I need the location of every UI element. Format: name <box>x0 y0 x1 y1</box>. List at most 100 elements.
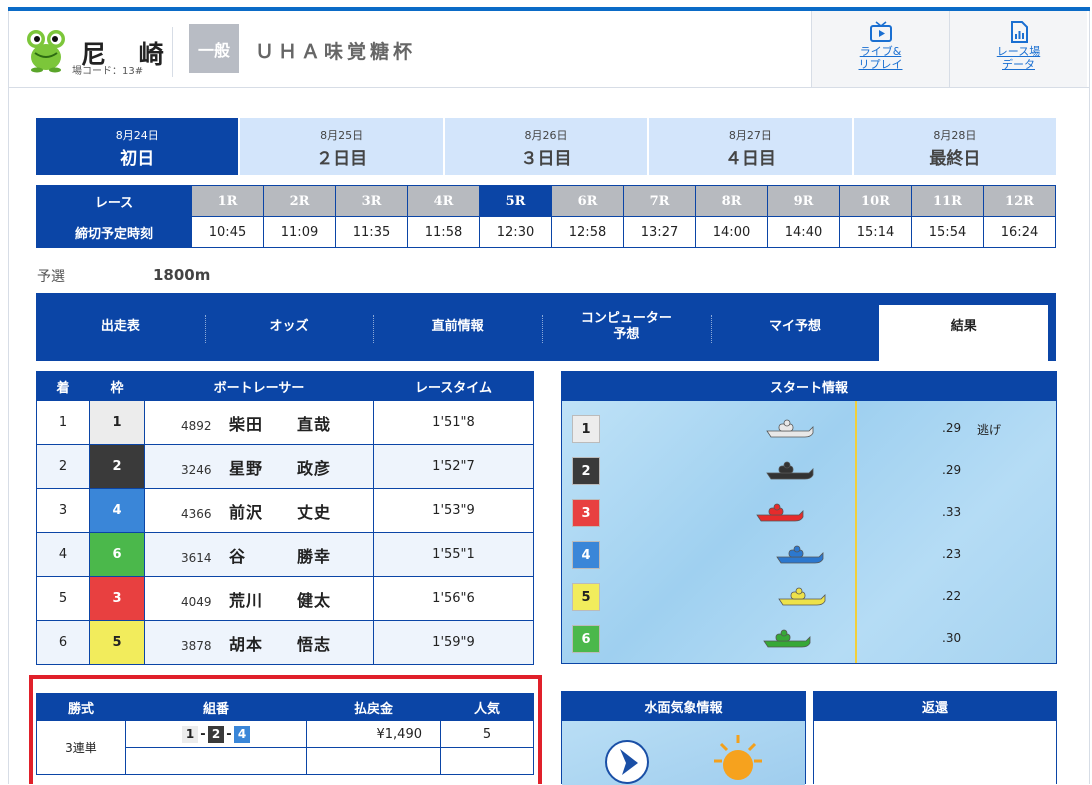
highlight-frame <box>29 675 542 784</box>
racer-cell: 3246 星野 政彦 <box>144 444 374 489</box>
content-tabs: 出走表 オッズ 直前情報 コンピューター 予想 マイ予想 結果 <box>36 293 1056 361</box>
day-date: 8月28日 <box>933 129 977 142</box>
racer-cell: 4366 前沢 丈史 <box>144 488 374 533</box>
header-race-time: レースタイム <box>373 371 534 401</box>
header-racer: ボートレーサー <box>144 371 374 401</box>
water-course: 1.29 逃げ 2.29 3.33 4.23 5.22 6.30 <box>562 401 1056 663</box>
table-row: 5 3 4049 荒川 健太 1'56"6 <box>36 576 534 621</box>
day-name: ２日目 <box>316 149 368 169</box>
racer-name[interactable]: 荒川 健太 <box>229 591 331 610</box>
tab-results[interactable]: 結果 <box>879 305 1049 361</box>
race-time: 1'51"8 <box>373 400 534 445</box>
day-tab-3[interactable]: 8月26日 ３日目 <box>444 118 648 175</box>
start-timing: .29 <box>942 421 962 435</box>
tab-pre-race-info[interactable]: 直前情報 <box>373 293 542 361</box>
day-tab-4[interactable]: 8月27日 ４日目 <box>649 118 852 175</box>
racer-number: 3246 <box>181 462 212 477</box>
race-link-9r[interactable]: 9R <box>767 185 840 217</box>
start-row: 2.29 <box>572 457 1056 485</box>
frame-number: 2 <box>89 444 145 489</box>
header-frame: 枠 <box>89 371 145 401</box>
venue-data-button[interactable]: レース場 データ <box>949 11 1087 87</box>
tab-my-prediction[interactable]: マイ予想 <box>710 293 880 361</box>
deadline-time: 13:27 <box>623 216 696 248</box>
racer-name[interactable]: 前沢 丈史 <box>229 503 331 522</box>
weather-panel: 水面気象情報 <box>561 691 806 785</box>
day-date: 8月27日 <box>728 129 772 142</box>
racer-name[interactable]: 星野 政彦 <box>229 459 331 478</box>
place: 6 <box>36 620 90 665</box>
start-timing: .29 <box>942 463 962 477</box>
racer-cell: 4049 荒川 健太 <box>144 576 374 621</box>
boat-icon <box>766 419 814 438</box>
race-link-6r[interactable]: 6R <box>551 185 624 217</box>
table-row: 4 6 3614 谷 勝幸 1'55"1 <box>36 532 534 577</box>
refund-title: 返還 <box>814 692 1056 721</box>
racer-cell: 3878 胡本 悟志 <box>144 620 374 665</box>
deadline-time: 14:40 <box>767 216 840 248</box>
race-link-12r[interactable]: 12R <box>983 185 1056 217</box>
start-timing: .33 <box>942 505 962 519</box>
deadline-time: 11:58 <box>407 216 480 248</box>
race-link-10r[interactable]: 10R <box>839 185 912 217</box>
race-link-2r[interactable]: 2R <box>263 185 336 217</box>
frame-number: 1 <box>89 400 145 445</box>
race-link-1r[interactable]: 1R <box>191 185 264 217</box>
racer-number: 4366 <box>181 506 212 521</box>
start-info-panel: スタート情報 1.29 逃げ 2.29 3.33 4.23 5.22 6.30 <box>561 371 1057 664</box>
race-link-8r[interactable]: 8R <box>695 185 768 217</box>
racer-number: 4892 <box>181 418 212 433</box>
lane-number: 6 <box>572 625 600 653</box>
day-name: 初日 <box>120 149 155 169</box>
race-link-4r[interactable]: 4R <box>407 185 480 217</box>
table-row: 6 5 3878 胡本 悟志 1'59"9 <box>36 620 534 665</box>
day-tab-1[interactable]: 8月24日初日 <box>36 118 239 175</box>
day-date: 8月25日 <box>320 129 364 142</box>
day-tab-5[interactable]: 8月28日 最終日 <box>853 118 1057 175</box>
table-row: 2 2 3246 星野 政彦 1'52"7 <box>36 444 534 489</box>
racer-name[interactable]: 胡本 悟志 <box>229 635 331 654</box>
weather-title: 水面気象情報 <box>562 692 805 721</box>
tab-entry-list[interactable]: 出走表 <box>36 293 205 361</box>
day-name: ４日目 <box>724 149 776 169</box>
frame-number: 5 <box>89 620 145 665</box>
boat-icon <box>776 545 824 564</box>
start-info-title: スタート情報 <box>562 372 1056 401</box>
race-link-5r[interactable]: 5R <box>479 185 552 217</box>
place: 2 <box>36 444 90 489</box>
race-link-7r[interactable]: 7R <box>623 185 696 217</box>
deadline-row-label: 締切予定時刻 <box>36 216 192 248</box>
day-date: 8月24日 <box>115 129 159 142</box>
frame-number: 4 <box>89 488 145 533</box>
deadline-time: 12:30 <box>479 216 552 248</box>
wind-direction-icon <box>605 740 649 784</box>
tab-computer-prediction[interactable]: コンピューター 予想 <box>542 293 711 361</box>
start-row: 6.30 <box>572 625 1056 653</box>
racer-cell: 4892 柴田 直哉 <box>144 400 374 445</box>
race-link-11r[interactable]: 11R <box>911 185 984 217</box>
live-replay-button[interactable]: ライブ& リプレイ <box>811 11 949 87</box>
start-row: 4.23 <box>572 541 1056 569</box>
lane-number: 3 <box>572 499 600 527</box>
start-timing: .23 <box>942 547 962 561</box>
start-timing: .30 <box>942 631 962 645</box>
racer-number: 3878 <box>181 638 212 653</box>
frame-number: 6 <box>89 532 145 577</box>
day-tab-2[interactable]: 8月25日 ２日目 <box>240 118 443 175</box>
race-distance: 1800m <box>153 266 211 284</box>
header-place: 着 <box>36 371 90 401</box>
racer-name[interactable]: 柴田 直哉 <box>229 415 331 434</box>
race-title: ＵＨＡ味覚糖杯 <box>255 41 417 63</box>
venue-data-label: レース場 データ <box>996 45 1041 71</box>
racer-name[interactable]: 谷 勝幸 <box>229 547 331 566</box>
boat-icon <box>778 587 826 606</box>
race-link-3r[interactable]: 3R <box>335 185 408 217</box>
live-replay-label: ライブ& リプレイ <box>858 45 903 71</box>
deadline-time: 16:24 <box>983 216 1056 248</box>
deadline-time: 10:45 <box>191 216 264 248</box>
frog-mascot-icon <box>27 30 65 73</box>
tab-odds[interactable]: オッズ <box>204 293 374 361</box>
venue-header: 尼 崎 場コード：13# 一般 ＵＨＡ味覚糖杯 ライブ& リプレイ レース場 デ… <box>9 11 1089 88</box>
results-table: 着 枠 ボートレーサー レースタイム 1 1 4892 柴田 直哉 1'51"8 2 2 32… <box>36 371 534 665</box>
start-row: 5.22 <box>572 583 1056 611</box>
